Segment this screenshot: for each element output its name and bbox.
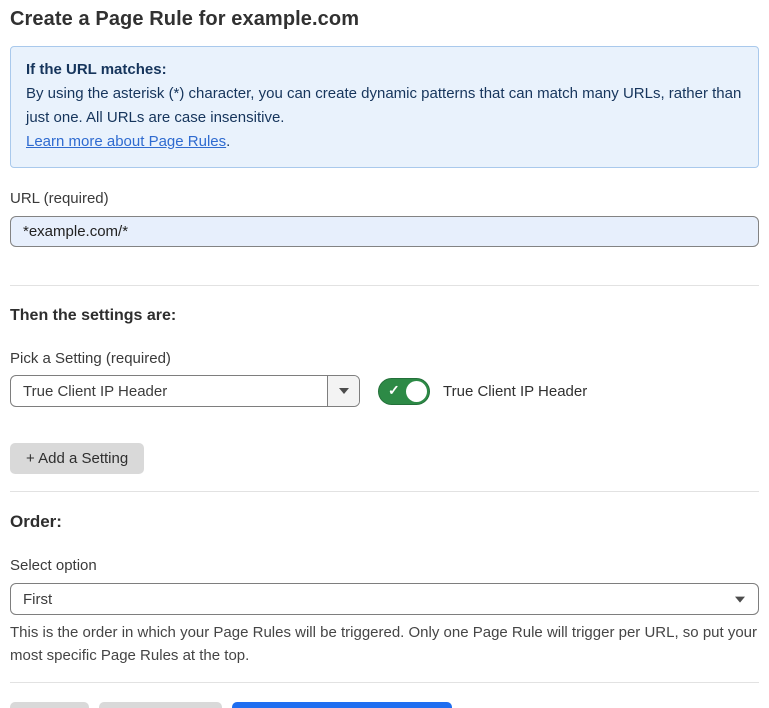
settings-section-heading: Then the settings are: [10, 307, 759, 325]
save-deploy-button[interactable]: Save and Deploy Page Rule [232, 702, 452, 708]
setting-toggle[interactable]: ✓ [378, 378, 430, 405]
url-match-info-box: If the URL matches: By using the asteris… [10, 46, 759, 168]
setting-select-value: True Client IP Header [11, 383, 327, 400]
save-draft-button[interactable]: Save as Draft [99, 702, 222, 708]
setting-toggle-label: True Client IP Header [443, 383, 587, 400]
order-section-heading: Order: [10, 512, 759, 532]
page-rule-form: Create a Page Rule for example.com If th… [0, 8, 769, 708]
order-select[interactable]: First [10, 583, 759, 615]
pick-setting-label: Pick a Setting (required) [10, 350, 759, 367]
page-title: Create a Page Rule for example.com [10, 8, 759, 31]
setting-select-arrow-button[interactable] [327, 376, 359, 406]
url-field-label: URL (required) [10, 190, 759, 207]
setting-select[interactable]: True Client IP Header [10, 375, 360, 407]
divider [10, 491, 759, 492]
info-box-link-line: Learn more about Page Rules. [26, 130, 743, 154]
cancel-button[interactable]: Cancel [10, 702, 89, 708]
order-help-text: This is the order in which your Page Rul… [10, 621, 759, 667]
chevron-down-icon [735, 597, 745, 603]
divider [10, 682, 759, 683]
learn-more-link[interactable]: Learn more about Page Rules [26, 133, 226, 150]
toggle-knob [406, 381, 427, 402]
url-input[interactable] [10, 216, 759, 247]
order-select-value: First [11, 591, 52, 608]
link-suffix: . [226, 133, 230, 150]
order-select-label: Select option [10, 557, 759, 574]
chevron-down-icon [339, 388, 349, 394]
add-setting-button[interactable]: + Add a Setting [10, 443, 144, 474]
check-icon: ✓ [388, 382, 400, 399]
setting-row: True Client IP Header ✓ True Client IP H… [10, 375, 759, 407]
footer-actions: Cancel Save as Draft Save and Deploy Pag… [10, 702, 759, 708]
divider [10, 285, 759, 286]
info-box-body: By using the asterisk (*) character, you… [26, 82, 743, 130]
info-box-heading: If the URL matches: [26, 58, 743, 82]
